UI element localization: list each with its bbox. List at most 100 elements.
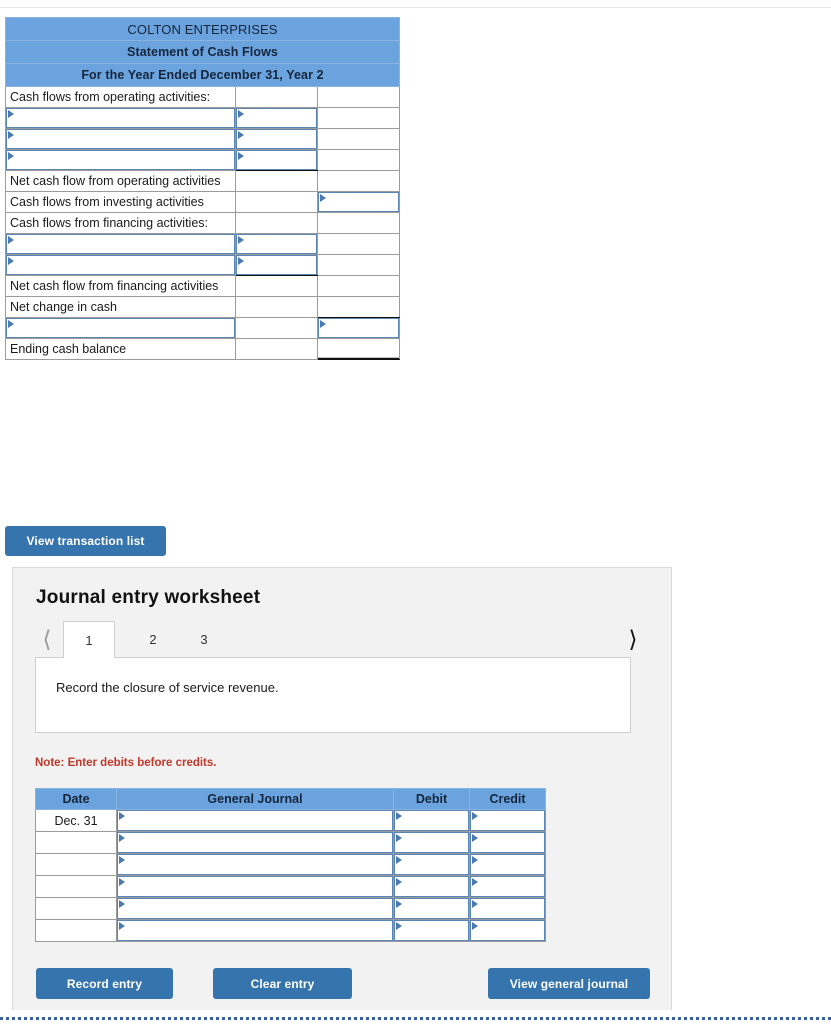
- journal-cell-general-journal[interactable]: [116, 831, 394, 854]
- journal-cell-credit[interactable]: [469, 875, 546, 898]
- general-journal-select[interactable]: [117, 832, 393, 853]
- journal-tab-3[interactable]: 3: [183, 621, 225, 658]
- top-divider: [0, 7, 831, 8]
- journal-tab-2[interactable]: 2: [132, 621, 174, 658]
- statement-label-input-cell[interactable]: [5, 149, 236, 171]
- general-journal-select[interactable]: [117, 876, 393, 897]
- credit-field[interactable]: [470, 876, 545, 897]
- general-journal-select[interactable]: [117, 898, 393, 919]
- statement-amount-cell-middle-field[interactable]: [236, 255, 317, 275]
- journal-cell-date[interactable]: [35, 875, 117, 898]
- statement-amount-cell-total: [317, 86, 400, 108]
- statement-of-cash-flows-table: COLTON ENTERPRISES Statement of Cash Flo…: [5, 17, 400, 360]
- debit-field[interactable]: [394, 898, 469, 919]
- journal-col-date: Date: [35, 788, 117, 810]
- statement-amount-cell-total[interactable]: [317, 191, 400, 213]
- journal-cell-credit[interactable]: [469, 853, 546, 876]
- statement-body: Cash flows from operating activities: Net…: [5, 86, 400, 360]
- statement-account-select[interactable]: [6, 255, 235, 275]
- statement-label-input-cell[interactable]: [5, 254, 236, 276]
- statement-amount-cell-middle[interactable]: [235, 233, 318, 255]
- page-root: COLTON ENTERPRISES Statement of Cash Flo…: [0, 0, 831, 1027]
- statement-amount-cell-middle-field[interactable]: [236, 234, 317, 254]
- credit-field[interactable]: [470, 810, 545, 831]
- journal-table-row: [35, 875, 546, 898]
- statement-account-select[interactable]: [6, 129, 235, 149]
- journal-table-row: [35, 853, 546, 876]
- statement-amount-cell-total-field[interactable]: [318, 318, 399, 338]
- view-general-journal-button[interactable]: View general journal: [488, 968, 650, 999]
- statement-period: For the Year Ended December 31, Year 2: [5, 63, 400, 87]
- credit-field[interactable]: [470, 832, 545, 853]
- statement-amount-cell-middle-field[interactable]: [236, 108, 317, 128]
- statement-account-select[interactable]: [6, 108, 235, 128]
- statement-header-group: COLTON ENTERPRISES Statement of Cash Flo…: [5, 17, 400, 87]
- journal-cell-date[interactable]: Dec. 31: [35, 809, 117, 832]
- journal-cell-debit[interactable]: [393, 897, 470, 920]
- journal-cell-credit[interactable]: [469, 919, 546, 942]
- journal-cell-date[interactable]: [35, 831, 117, 854]
- journal-cell-date[interactable]: [35, 897, 117, 920]
- debit-field[interactable]: [394, 854, 469, 875]
- statement-amount-cell-total: [317, 275, 400, 297]
- journal-cell-general-journal[interactable]: [116, 809, 394, 832]
- journal-cell-debit[interactable]: [393, 809, 470, 832]
- journal-cell-debit[interactable]: [393, 875, 470, 898]
- view-transaction-list-button[interactable]: View transaction list: [5, 526, 166, 556]
- statement-amount-cell-middle-field[interactable]: [236, 150, 317, 170]
- chevron-right-icon[interactable]: ⟩: [621, 625, 645, 653]
- credit-field[interactable]: [470, 854, 545, 875]
- statement-account-select[interactable]: [6, 234, 235, 254]
- journal-entry-worksheet-panel: Journal entry worksheet ⟨ 123 ⟩ Record t…: [12, 567, 672, 1010]
- statement-row: Net cash flow from operating activities: [5, 170, 400, 192]
- journal-instruction-box: Record the closure of service revenue.: [35, 657, 631, 733]
- general-journal-select[interactable]: [117, 920, 393, 941]
- statement-label-input-cell[interactable]: [5, 317, 236, 339]
- debit-field[interactable]: [394, 920, 469, 941]
- debit-field[interactable]: [394, 876, 469, 897]
- credit-field[interactable]: [470, 920, 545, 941]
- statement-amount-cell-total-field[interactable]: [318, 192, 399, 212]
- statement-label-input-cell[interactable]: [5, 107, 236, 129]
- statement-amount-cell-middle: [235, 338, 318, 360]
- journal-cell-debit[interactable]: [393, 831, 470, 854]
- statement-row: [5, 149, 400, 171]
- journal-cell-debit[interactable]: [393, 919, 470, 942]
- journal-cell-debit[interactable]: [393, 853, 470, 876]
- journal-cell-credit[interactable]: [469, 809, 546, 832]
- statement-amount-cell-total: [317, 254, 400, 276]
- journal-cell-general-journal[interactable]: [116, 919, 394, 942]
- statement-amount-cell-total[interactable]: [317, 317, 400, 339]
- record-entry-button[interactable]: Record entry: [36, 968, 173, 999]
- journal-cell-general-journal[interactable]: [116, 897, 394, 920]
- journal-cell-credit[interactable]: [469, 831, 546, 854]
- general-journal-select[interactable]: [117, 854, 393, 875]
- statement-amount-cell-middle-field[interactable]: [236, 129, 317, 149]
- journal-table-row: [35, 919, 546, 942]
- journal-cell-date[interactable]: [35, 853, 117, 876]
- journal-cell-general-journal[interactable]: [116, 853, 394, 876]
- journal-cell-date[interactable]: [35, 919, 117, 942]
- journal-cell-credit[interactable]: [469, 897, 546, 920]
- journal-tab-1[interactable]: 1: [63, 621, 115, 658]
- statement-label-input-cell[interactable]: [5, 233, 236, 255]
- statement-amount-cell-middle: [235, 212, 318, 234]
- chevron-left-icon[interactable]: ⟨: [35, 625, 59, 653]
- statement-amount-cell-middle[interactable]: [235, 128, 318, 150]
- journal-col-debit: Debit: [393, 788, 470, 810]
- statement-amount-cell-middle[interactable]: [235, 254, 318, 276]
- clear-entry-button[interactable]: Clear entry: [213, 968, 352, 999]
- journal-instruction-text: Record the closure of service revenue.: [56, 680, 279, 695]
- statement-account-select[interactable]: [6, 318, 235, 338]
- statement-account-select[interactable]: [6, 150, 235, 170]
- journal-cell-general-journal[interactable]: [116, 875, 394, 898]
- debit-field[interactable]: [394, 832, 469, 853]
- general-journal-select[interactable]: [117, 810, 393, 831]
- statement-amount-cell-middle[interactable]: [235, 149, 318, 171]
- statement-label-input-cell[interactable]: [5, 128, 236, 150]
- statement-amount-cell-middle: [235, 275, 318, 297]
- debit-field[interactable]: [394, 810, 469, 831]
- statement-amount-cell-middle[interactable]: [235, 107, 318, 129]
- credit-field[interactable]: [470, 898, 545, 919]
- statement-label-cell: Net cash flow from operating activities: [5, 170, 236, 192]
